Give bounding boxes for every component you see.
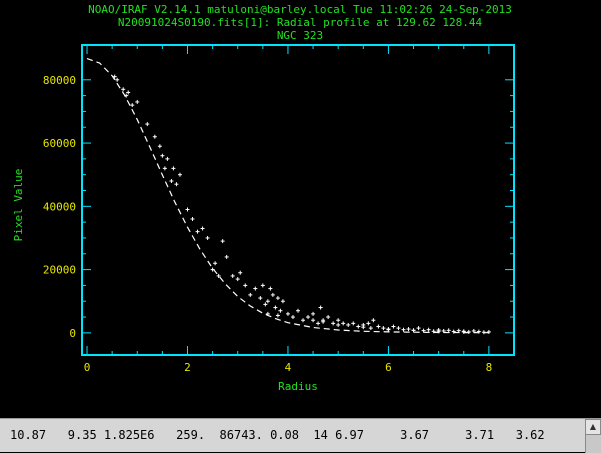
y-tick-label: 40000 bbox=[43, 200, 76, 213]
x-tick-label: 2 bbox=[184, 361, 191, 374]
y-tick-label: 0 bbox=[69, 327, 76, 340]
scroll-up-button[interactable]: ▲ bbox=[585, 419, 601, 435]
y-tick-label: 20000 bbox=[43, 264, 76, 277]
x-tick-label: 8 bbox=[486, 361, 493, 374]
radial-profile-plot: NOAO/IRAF V2.14.1 matuloni@barley.local … bbox=[12, 3, 515, 393]
header-line-1: NOAO/IRAF V2.14.1 matuloni@barley.local … bbox=[88, 3, 512, 16]
y-axis-label: Pixel Value bbox=[12, 169, 25, 242]
header-line-3: NGC 323 bbox=[277, 29, 323, 42]
y-tick-label: 60000 bbox=[43, 137, 76, 150]
arrow-up-icon: ▲ bbox=[589, 422, 597, 431]
x-axis-label: Radius bbox=[278, 380, 318, 393]
x-tick-label: 0 bbox=[84, 361, 91, 374]
header-line-2: N20091024S0190.fits[1]: Radial profile a… bbox=[118, 16, 483, 29]
status-bar: 10.87 9.35 1.825E6 259. 86743. 0.08 14 6… bbox=[0, 418, 601, 453]
x-tick-label: 6 bbox=[385, 361, 392, 374]
status-readout: 10.87 9.35 1.825E6 259. 86743. 0.08 14 6… bbox=[10, 428, 545, 442]
plot-frame bbox=[81, 44, 515, 356]
plot-window: NOAO/IRAF V2.14.1 matuloni@barley.local … bbox=[0, 0, 601, 418]
x-tick-label: 4 bbox=[285, 361, 292, 374]
scrollbar-track[interactable] bbox=[585, 435, 601, 453]
y-tick-label: 80000 bbox=[43, 74, 76, 87]
